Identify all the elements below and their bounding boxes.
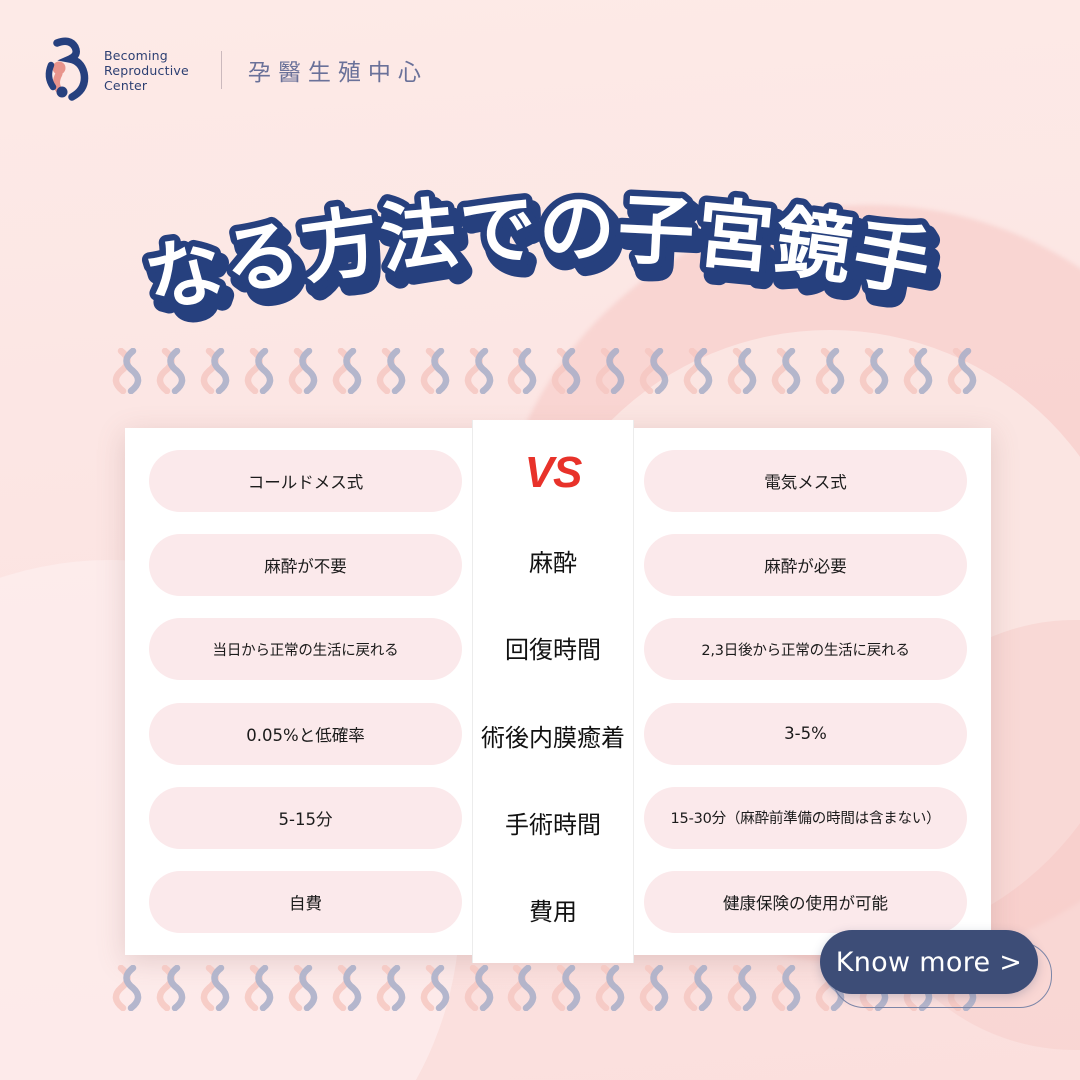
comparison-row-label: 術後内膜癒着 xyxy=(481,723,625,752)
dna-helix-icon xyxy=(683,348,713,394)
dna-helix-icon xyxy=(156,348,186,394)
dna-helix-icon xyxy=(552,348,581,394)
header-divider xyxy=(220,51,222,89)
dna-helix-icon xyxy=(640,965,669,1011)
comparison-cell-left: 当日から正常の生活に戻れる xyxy=(149,618,462,681)
dna-helix-icon xyxy=(420,965,449,1011)
comparison-row-label: 費用 xyxy=(529,898,577,927)
dna-helix-icon xyxy=(903,348,933,394)
comparison-table-card: コールドメス式 麻酔が不要当日から正常の生活に戻れる 0.05%と低確率 5-15分自… xyxy=(125,420,991,963)
poster-canvas: Becoming Reproductive Center 孕醫生殖中心 異なる方… xyxy=(0,0,1080,1080)
dna-helix-icon xyxy=(464,348,493,394)
dna-helix-icon xyxy=(112,965,142,1011)
dna-helix-icon xyxy=(244,965,274,1011)
page-title: 異なる方法での子宮鏡手術 異なる方法での子宮鏡手術 xyxy=(0,150,1080,330)
dna-helix-icon xyxy=(552,965,581,1011)
dna-helix-icon xyxy=(376,348,405,394)
dna-helix-icon xyxy=(596,965,625,1011)
dna-helix-icon xyxy=(508,348,537,394)
dna-helix-icon xyxy=(288,348,317,394)
comparison-cell-left: コールドメス式 xyxy=(149,450,462,512)
dna-helix-icon xyxy=(244,348,274,394)
embryo-logo-icon xyxy=(40,37,94,103)
comparison-cell-right: 麻酔が必要 xyxy=(644,534,967,597)
dna-helix-icon xyxy=(332,348,361,394)
comparison-row-label: 回復時間 xyxy=(505,636,601,665)
vs-badge: VS xyxy=(524,448,583,497)
know-more-button[interactable]: Know more > xyxy=(820,930,1038,994)
dna-helix-icon xyxy=(859,348,889,394)
comparison-row-label: 麻酔 xyxy=(529,548,577,577)
dna-helix-icon xyxy=(200,965,230,1011)
comparison-cell-right: 2,3日後から正常の生活に戻れる xyxy=(644,618,967,681)
dna-helix-icon xyxy=(112,348,142,394)
dna-helix-icon xyxy=(683,965,713,1011)
comparison-column-right: 電気メス式麻酔が必要 2,3日後から正常の生活に戻れる 3-5% 15-30分（麻酔前… xyxy=(634,428,991,955)
wordmark-line-2: Reproductive xyxy=(104,62,189,78)
comparison-cell-right: 健康保険の使用が可能 xyxy=(644,870,967,933)
brand-name-chinese: 孕醫生殖中心 xyxy=(247,60,428,86)
dna-helix-icon xyxy=(596,348,625,394)
dna-helix-icon xyxy=(420,348,449,394)
dna-helix-icon xyxy=(640,348,669,394)
comparison-row-label: 手術時間 xyxy=(505,811,601,840)
dna-helix-icon xyxy=(332,965,361,1011)
dna-helix-icon xyxy=(464,965,493,1011)
page-title-text: 異なる方法での子宮鏡手術 xyxy=(0,150,939,326)
comparison-cell-right: 3-5% xyxy=(644,702,967,765)
comparison-cell-right: 電気メス式 xyxy=(644,450,967,512)
dna-helix-icon xyxy=(376,965,405,1011)
comparison-cell-left: 0.05%と低確率 xyxy=(149,702,462,765)
comparison-cell-left: 麻酔が不要 xyxy=(149,534,462,597)
logo-wordmark: Becoming Reproductive Center xyxy=(104,48,189,93)
dna-helix-icon xyxy=(815,348,845,394)
comparison-column-center: VS 麻酔回復時間術後内膜癒着 手術時間費用 xyxy=(472,420,634,963)
comparison-column-left: コールドメス式 麻酔が不要当日から正常の生活に戻れる 0.05%と低確率 5-15分自… xyxy=(125,428,472,955)
dna-helix-icon xyxy=(288,965,317,1011)
dna-helix-icon xyxy=(156,965,186,1011)
wordmark-line-1: Becoming xyxy=(104,47,168,63)
know-more-cta-group: Know more > xyxy=(820,930,1060,1010)
dna-helix-icon xyxy=(727,348,757,394)
decorative-helix-band-top xyxy=(112,345,977,397)
dna-helix-icon xyxy=(508,965,537,1011)
comparison-cell-left: 自費 xyxy=(149,870,462,933)
dna-helix-icon xyxy=(200,348,230,394)
comparison-cell-left: 5-15分 xyxy=(149,786,462,849)
brand-header: Becoming Reproductive Center 孕醫生殖中心 xyxy=(40,34,428,106)
comparison-cell-right: 15-30分（麻酔前準備の時間は含まない） xyxy=(644,786,967,849)
wordmark-line-3: Center xyxy=(104,77,148,93)
dna-helix-icon xyxy=(947,348,977,394)
dna-helix-icon xyxy=(727,965,757,1011)
dna-helix-icon xyxy=(771,965,801,1011)
dna-helix-icon xyxy=(771,348,801,394)
